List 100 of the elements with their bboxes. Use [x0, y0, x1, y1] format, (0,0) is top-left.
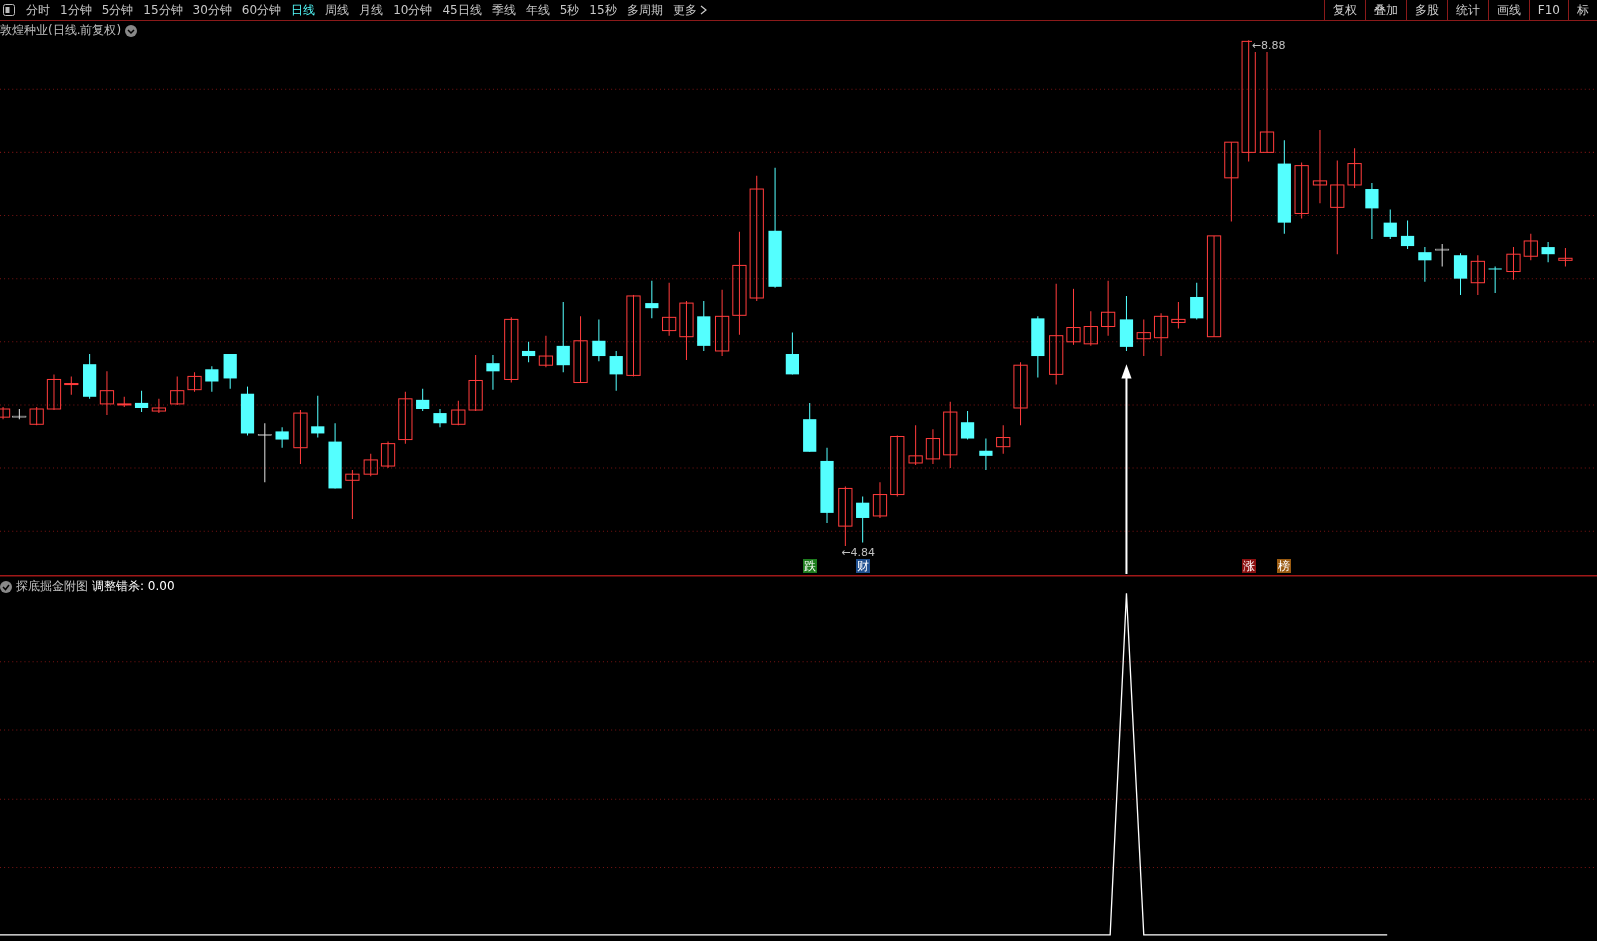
candlestick [1119, 295, 1134, 352]
chart-title: 敦煌种业(日线.前复权) [0, 22, 122, 39]
candlestick [1347, 147, 1362, 189]
candlestick [170, 375, 185, 406]
candlestick [1435, 243, 1450, 267]
candlestick [99, 370, 115, 416]
candlestick [1488, 265, 1502, 294]
candlestick [1083, 310, 1098, 347]
indicator-title: 探底掘金附图 [16, 578, 88, 595]
candlestick [890, 434, 905, 498]
candlestick [609, 350, 623, 392]
candlestick [398, 391, 413, 445]
candlestick [134, 390, 149, 413]
more-button[interactable]: 更多 [667, 0, 712, 20]
tool-button[interactable]: 标 [1568, 0, 1597, 20]
candlestick [311, 395, 325, 439]
tool-button[interactable]: 复权 [1323, 0, 1365, 20]
period-tab[interactable]: 60分钟 [236, 0, 287, 20]
candlestick [433, 408, 447, 428]
price-label: ←4.84 [841, 545, 875, 559]
period-tab[interactable]: 5秒 [554, 0, 585, 20]
signal-tag: 涨 [1241, 558, 1256, 573]
period-tab[interactable]: 5分钟 [96, 0, 139, 20]
caret-icon [699, 5, 707, 15]
period-tab[interactable]: 年线 [520, 0, 555, 20]
candlestick [573, 315, 588, 384]
candlestick [979, 438, 993, 471]
period-tab[interactable]: 月线 [354, 0, 389, 20]
signal-tag: 跌 [802, 558, 817, 573]
period-tab[interactable]: 多周期 [621, 0, 668, 20]
period-tab[interactable]: 分时 [21, 0, 55, 20]
candlestick [1506, 246, 1521, 281]
period-tab[interactable]: 周线 [320, 0, 355, 20]
period-tab[interactable]: 日线 [286, 0, 321, 20]
candlestick [943, 401, 958, 469]
candlestick [257, 422, 272, 483]
candlestick [785, 332, 799, 375]
candlestick [838, 485, 853, 548]
candlestick [1523, 233, 1538, 261]
tool-button[interactable]: 多股 [1405, 0, 1447, 20]
candlestick [662, 282, 677, 337]
candlestick [328, 422, 342, 489]
period-tab[interactable]: 1分钟 [55, 0, 97, 20]
indicator-value: 调整错杀: 0.00 [92, 578, 175, 595]
dropdown-icon[interactable] [125, 24, 138, 37]
tool-button[interactable]: 统计 [1446, 0, 1488, 20]
candlestick [538, 335, 554, 368]
candlestick [645, 280, 659, 319]
candlestick [363, 453, 378, 477]
candlestick [223, 353, 237, 390]
candlestick [187, 371, 202, 393]
candlestick [1101, 280, 1116, 337]
candlestick [240, 386, 255, 436]
candlestick [451, 400, 466, 426]
signal-tag: 榜 [1277, 558, 1292, 573]
candlestick [293, 409, 308, 465]
candlestick [872, 481, 888, 519]
candlestick [0, 406, 11, 420]
candlestick [1470, 254, 1485, 296]
price-label: ←8.88 [1251, 39, 1286, 53]
candlestick [592, 318, 606, 362]
candlestick [803, 402, 817, 453]
candlestick [504, 316, 519, 384]
candlestick [679, 300, 694, 361]
candlestick [1066, 288, 1081, 346]
candlestick [1558, 247, 1573, 267]
candlestick [697, 300, 711, 352]
candlestick [380, 441, 396, 469]
period-tab[interactable]: 季线 [486, 0, 521, 20]
candlestick [1136, 318, 1151, 357]
candlestick [1190, 282, 1204, 320]
panel-toggle-icon[interactable] [3, 4, 15, 16]
tool-button[interactable]: F10 [1528, 0, 1568, 20]
period-tab[interactable]: 10分钟 [388, 0, 438, 20]
candlestick [1541, 241, 1555, 263]
candlestick [522, 341, 536, 363]
candlestick [1171, 301, 1186, 330]
candlestick [46, 373, 62, 411]
period-tab[interactable]: 45日线 [437, 0, 487, 20]
candlestick [1418, 246, 1432, 283]
period-tab[interactable]: 15秒 [584, 0, 622, 20]
period-tab[interactable]: 15分钟 [138, 0, 188, 20]
candlestick [1153, 312, 1169, 357]
candlestick [83, 353, 97, 400]
candlestick [345, 469, 360, 520]
period-tab[interactable]: 30分钟 [187, 0, 237, 20]
candlestick [1013, 361, 1028, 426]
tool-button[interactable]: 叠加 [1364, 0, 1406, 20]
candlestick [715, 289, 730, 357]
candlestick [416, 388, 430, 412]
candlestick [205, 365, 219, 393]
candlestick [1383, 208, 1397, 240]
check-icon[interactable] [0, 580, 12, 593]
candlestick [960, 410, 975, 441]
candlestick [64, 375, 79, 396]
candlestick [996, 424, 1011, 455]
candlestick [275, 426, 289, 449]
candlestick [925, 428, 941, 465]
tool-button[interactable]: 画线 [1487, 0, 1529, 20]
candlestick [1365, 182, 1379, 240]
